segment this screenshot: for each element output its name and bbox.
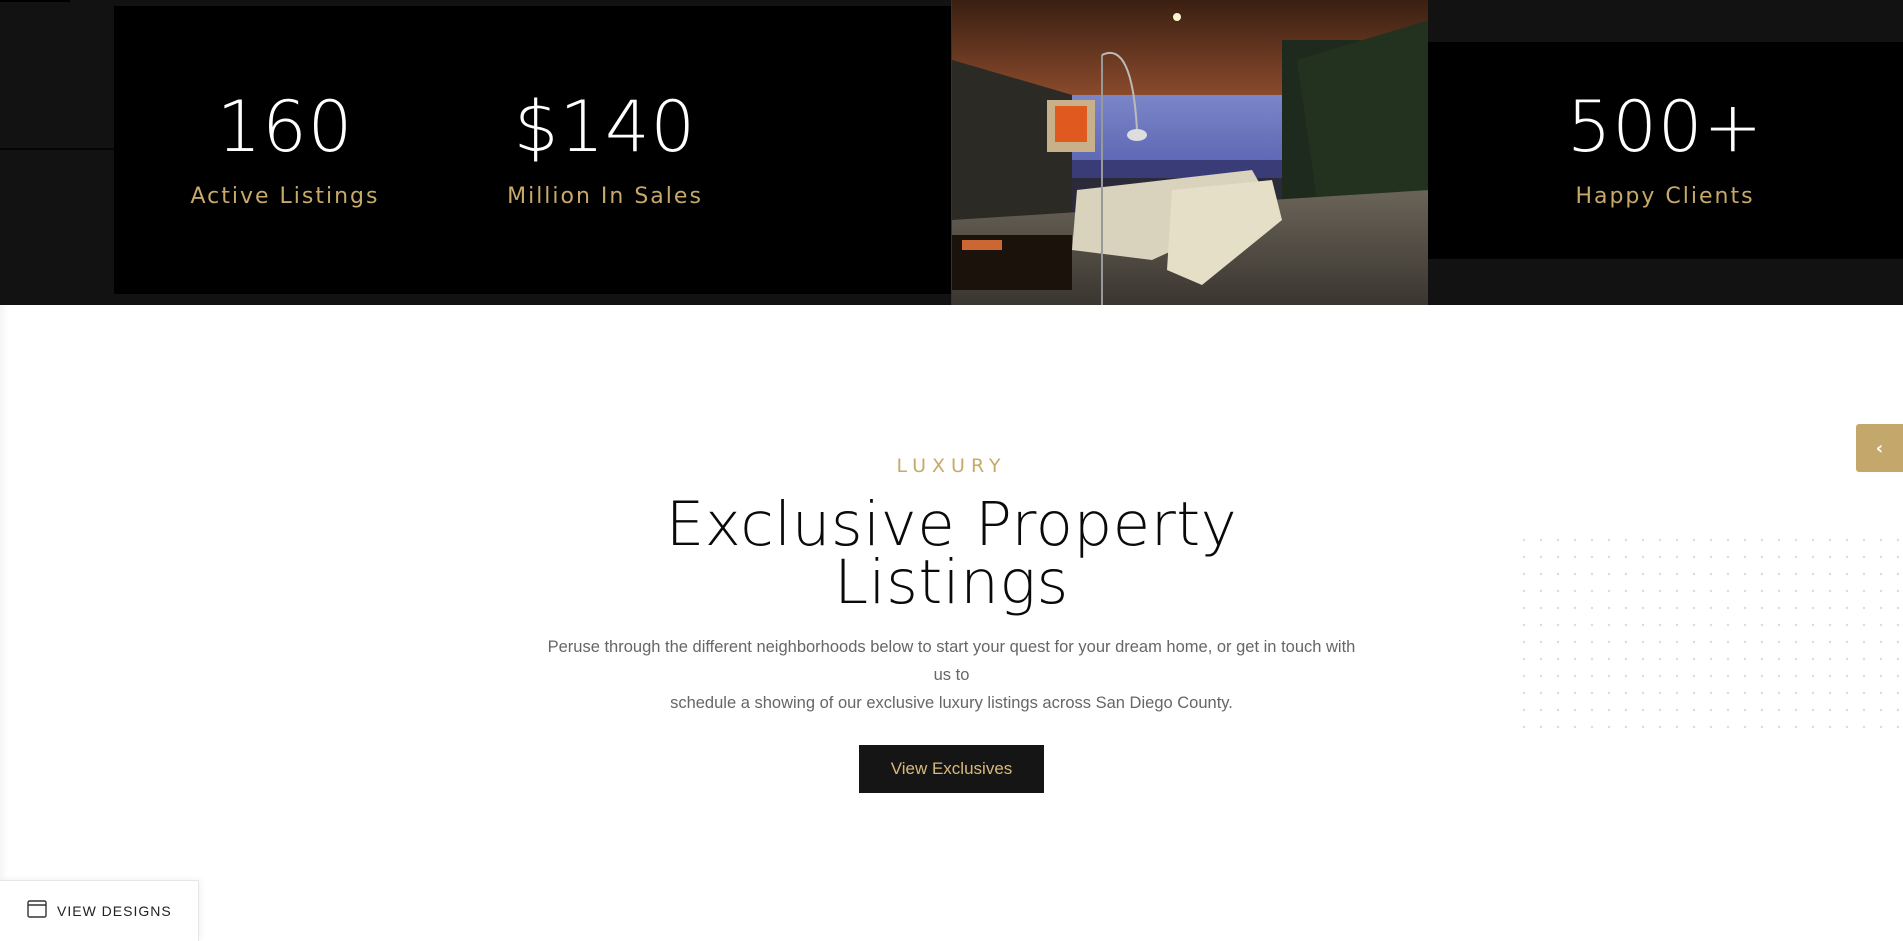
heading-line: Exclusive Property xyxy=(665,489,1238,560)
stat-value: 160 xyxy=(216,86,354,168)
description-line: Peruse through the different neighborhoo… xyxy=(547,638,1356,684)
stat-value: $140 xyxy=(513,86,697,168)
section-description: Peruse through the different neighborhoo… xyxy=(540,633,1363,717)
divider xyxy=(0,0,70,2)
divider xyxy=(0,148,114,150)
description-line: schedule a showing of our exclusive luxu… xyxy=(670,694,1233,712)
stat-label: Happy Clients xyxy=(1575,184,1755,209)
stat-million-in-sales: $140 Million In Sales xyxy=(480,92,730,209)
view-designs-button[interactable]: VIEW DESIGNS xyxy=(0,880,199,941)
heading-line: Listings xyxy=(834,547,1069,618)
stat-value: 500+ xyxy=(1566,86,1764,168)
section-heading: Exclusive Property Listings xyxy=(0,489,1903,618)
browser-window-icon xyxy=(27,900,47,922)
view-designs-label: VIEW DESIGNS xyxy=(57,903,172,919)
living-room-photo xyxy=(951,0,1428,305)
view-exclusives-button[interactable]: View Exclusives xyxy=(859,745,1044,793)
stat-active-listings: 160 Active Listings xyxy=(160,92,410,209)
stat-happy-clients: 500+ Happy Clients xyxy=(1500,92,1830,209)
stat-label: Million In Sales xyxy=(507,184,703,209)
section-eyebrow: LUXURY xyxy=(896,455,1007,477)
stat-label: Active Listings xyxy=(190,184,380,209)
